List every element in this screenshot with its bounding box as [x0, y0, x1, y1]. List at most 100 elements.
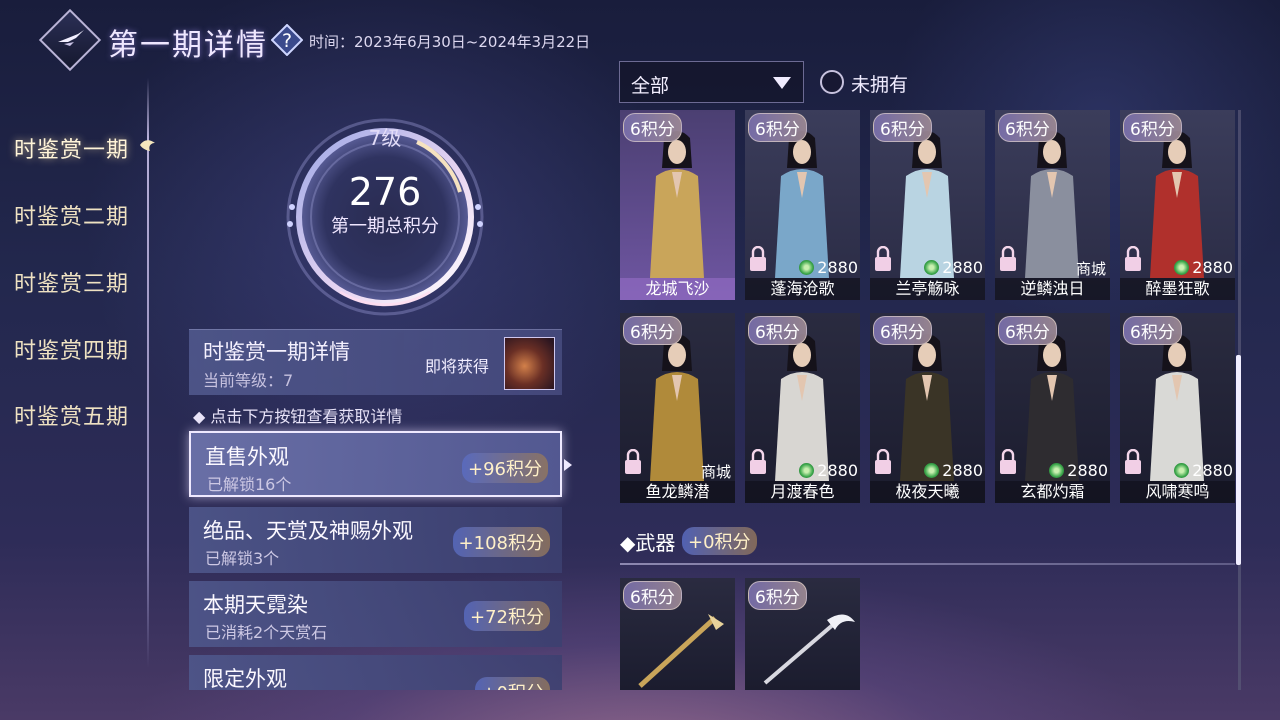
character-portrait — [775, 131, 829, 278]
category-status: 已解锁3个 — [205, 549, 280, 568]
points-badge: 6积分 — [623, 316, 682, 345]
category-points: +0积分 — [475, 677, 550, 690]
category-premium[interactable]: 绝品、天赏及神赐外观 已解锁3个 +108积分 — [189, 507, 562, 573]
points-badge: 6积分 — [623, 113, 682, 142]
points-badge: 6积分 — [998, 113, 1057, 142]
current-level: 当前等级：7 — [203, 371, 294, 390]
sidebar-item-period-4[interactable]: 时鉴赏四期 — [14, 333, 129, 365]
category-name: 绝品、天赏及神赐外观 — [203, 519, 413, 543]
category-limited[interactable]: 限定外观 +0积分 — [189, 655, 562, 690]
outfit-card[interactable]: 6积分 商城 鱼龙鳞潜 — [620, 313, 735, 503]
not-owned-label: 未拥有 — [851, 74, 909, 96]
category-name: 本期天霓染 — [203, 593, 308, 617]
character-portrait — [1025, 131, 1079, 278]
price-value: 2880 — [1067, 461, 1108, 480]
hint-text: ◆ 点击下方按钮查看获取详情 — [193, 407, 403, 426]
outfit-name: 醉墨狂歌 — [1120, 278, 1235, 300]
character-portrait — [1150, 334, 1204, 481]
character-portrait — [1025, 334, 1079, 481]
jade-coin-icon — [924, 260, 940, 275]
outfit-name: 蓬海沧歌 — [745, 278, 860, 300]
date-range: 时间：2023年6月30日~2024年3月22日 — [309, 33, 591, 51]
outfit-card[interactable]: 6积分 2880 月渡春色 — [745, 313, 860, 503]
weapon-card[interactable]: 6积分 — [620, 578, 735, 690]
chevron-down-icon — [773, 77, 791, 89]
lock-icon — [625, 449, 641, 474]
sidebar-item-period-1[interactable]: 时鉴赏一期 — [14, 132, 129, 164]
category-points: +72积分 — [464, 601, 550, 631]
active-marker-icon — [140, 140, 155, 151]
price: 2880 — [799, 258, 858, 277]
sidebar-item-period-2[interactable]: 时鉴赏二期 — [14, 199, 129, 231]
category-points: +108积分 — [452, 527, 550, 557]
lock-icon — [1125, 449, 1141, 474]
jade-coin-icon — [1174, 260, 1190, 275]
weapon-card[interactable]: 6积分 — [745, 578, 860, 690]
character-portrait — [900, 334, 954, 481]
lock-icon — [1125, 246, 1141, 271]
outfit-card[interactable]: 6积分 2880 兰亭觞咏 — [870, 110, 985, 300]
level-label: 7级 — [368, 126, 402, 150]
filter-selected: 全部 — [631, 75, 670, 97]
points-badge: 6积分 — [748, 581, 807, 610]
period-detail-card: 时鉴赏一期详情 当前等级：7 即将获得 — [189, 329, 562, 395]
outfit-name: 兰亭觞咏 — [870, 278, 985, 300]
character-portrait — [1150, 131, 1204, 278]
price-value: 2880 — [942, 258, 983, 277]
outfit-card[interactable]: 6积分 2880 风啸寒鸣 — [1120, 313, 1235, 503]
sidebar-item-period-3[interactable]: 时鉴赏三期 — [14, 266, 129, 298]
outfit-card[interactable]: 6积分 2880 醉墨狂歌 — [1120, 110, 1235, 300]
outfit-name: 龙城飞沙 — [620, 278, 735, 300]
character-portrait — [650, 334, 704, 481]
coming-soon-label: 即将获得 — [425, 357, 490, 376]
points-badge: 6积分 — [873, 316, 932, 345]
help-icon[interactable]: ? — [271, 24, 303, 56]
scrollbar-thumb[interactable] — [1236, 355, 1241, 565]
total-score-caption: 第一期总积分 — [331, 216, 439, 237]
price-value: 2880 — [1192, 461, 1233, 480]
points-badge: 6积分 — [1123, 113, 1182, 142]
price: 2880 — [799, 461, 858, 480]
outfit-card[interactable]: 6积分 2880 玄都灼霜 — [995, 313, 1110, 503]
detail-title: 时鉴赏一期详情 — [203, 340, 350, 364]
points-badge: 6积分 — [748, 316, 807, 345]
points-badge: 6积分 — [748, 113, 807, 142]
selected-arrow-icon — [564, 459, 572, 471]
svg-text:?: ? — [282, 30, 292, 52]
category-status: 已消耗2个天赏石 — [205, 623, 328, 642]
weapon-section-points: +0积分 — [682, 527, 757, 555]
category-name: 限定外观 — [203, 667, 287, 690]
filter-dropdown[interactable]: 全部 — [619, 61, 804, 103]
jade-coin-icon — [799, 463, 815, 478]
next-reward-thumbnail[interactable] — [504, 337, 555, 390]
category-name: 直售外观 — [205, 445, 289, 469]
outfit-name: 玄都灼霜 — [995, 481, 1110, 503]
sidebar-item-period-5[interactable]: 时鉴赏五期 — [14, 399, 129, 431]
outfit-card[interactable]: 6积分龙城飞沙 — [620, 110, 735, 300]
outfit-card[interactable]: 6积分商城 逆鳞浊日 — [995, 110, 1110, 300]
weapon-section-title: ◆武器 — [620, 531, 676, 555]
category-dye[interactable]: 本期天霓染 已消耗2个天赏石 +72积分 — [189, 581, 562, 647]
category-status: 已解锁16个 — [207, 475, 292, 494]
outfit-card[interactable]: 6积分 2880 极夜天曦 — [870, 313, 985, 503]
outfit-card[interactable]: 6积分 2880 蓬海沧歌 — [745, 110, 860, 300]
price: 2880 — [924, 258, 983, 277]
shop-tag: 商城 — [700, 463, 731, 481]
not-owned-radio[interactable] — [820, 70, 844, 94]
points-badge: 6积分 — [623, 581, 682, 610]
price: 2880 — [924, 461, 983, 480]
lock-icon — [1000, 246, 1016, 271]
jade-coin-icon — [1049, 463, 1065, 478]
price-value: 2880 — [942, 461, 983, 480]
category-direct-sale[interactable]: 直售外观 已解锁16个 +96积分 — [189, 431, 562, 497]
jade-coin-icon — [799, 260, 815, 275]
shop-tag: 商城 — [1075, 260, 1106, 278]
points-badge: 6积分 — [873, 113, 932, 142]
jade-coin-icon — [1174, 463, 1190, 478]
price-value: 2880 — [817, 461, 858, 480]
lock-icon — [875, 246, 891, 271]
outfit-name: 逆鳞浊日 — [995, 278, 1110, 300]
lock-icon — [875, 449, 891, 474]
jade-coin-icon — [924, 463, 940, 478]
character-portrait — [650, 131, 704, 278]
